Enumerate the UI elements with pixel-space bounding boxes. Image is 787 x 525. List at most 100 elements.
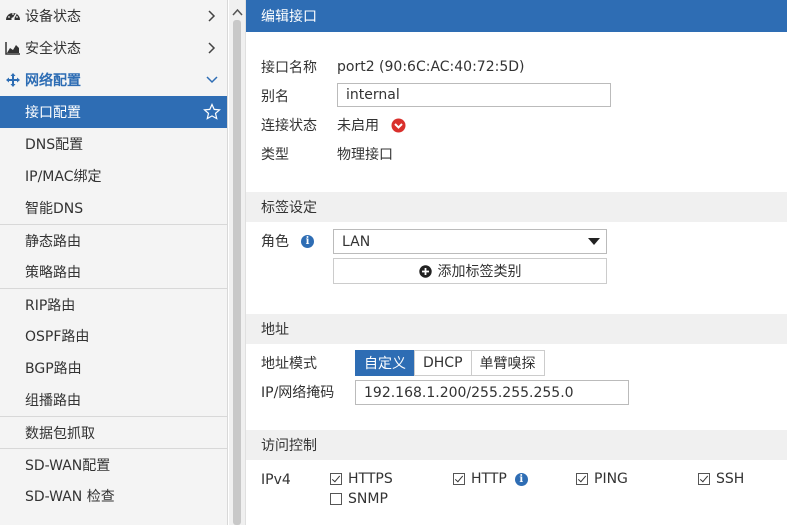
checkbox-label: SNMP	[348, 491, 388, 507]
sidebar-item-rip-route[interactable]: RIP路由	[0, 288, 227, 320]
sidebar-item-sdwan-config[interactable]: SD-WAN配置	[0, 448, 227, 480]
checkbox-box[interactable]	[330, 493, 342, 505]
scrollbar-thumb[interactable]	[233, 20, 241, 525]
section-access-control: 访问控制	[246, 430, 787, 460]
alias-label: 别名	[261, 89, 289, 105]
sidebar-item-label: SD-WAN配置	[25, 457, 111, 474]
status-label: 连接状态	[261, 118, 317, 134]
sidebar-item-interface-config[interactable]: 接口配置	[0, 96, 227, 128]
sidebar-item-sdwan-check[interactable]: SD-WAN 检查	[0, 480, 227, 512]
add-tag-category-label: 添加标签类别	[437, 264, 522, 280]
address-mode-row: 地址模式	[261, 351, 317, 375]
mode-dhcp-button[interactable]: DHCP	[414, 350, 472, 376]
checkbox-box[interactable]	[453, 473, 465, 485]
sidebar-item-label: DNS配置	[25, 137, 84, 153]
sidebar-item-label: 数据包抓取	[25, 425, 95, 442]
checkbox-https[interactable]: HTTPS	[330, 469, 393, 489]
info-icon[interactable]: i	[514, 472, 528, 486]
sidebar-item-dns-config[interactable]: DNS配置	[0, 128, 227, 160]
alias-input[interactable]: internal	[337, 83, 611, 107]
role-label: 角色	[261, 234, 289, 250]
type-value: 物理接口	[337, 147, 393, 163]
ipv4-label: IPv4	[261, 472, 291, 488]
page-title-text: 编辑接口	[261, 9, 317, 25]
checkbox-label: SSH	[716, 471, 745, 487]
sidebar-item-label: 策略路由	[25, 265, 81, 281]
edit-interface-panel: 编辑接口 接口名称 port2 (90:6C:AC:40:72:5D) 别名 i…	[246, 0, 787, 525]
checkbox-ping[interactable]: PING	[576, 469, 628, 489]
sidebar-item-ip-mac-binding[interactable]: IP/MAC绑定	[0, 160, 227, 192]
sidebar-item-policy-route[interactable]: 策略路由	[0, 256, 227, 288]
ip-mask-value: 192.168.1.200/255.255.255.0	[364, 384, 574, 401]
move-icon	[4, 71, 22, 89]
sidebar-item-smart-dns[interactable]: 智能DNS	[0, 192, 227, 224]
info-icon[interactable]: i	[301, 234, 314, 248]
sidebar-item-label: IP/MAC绑定	[25, 169, 102, 185]
section-tags: 标签设定	[246, 192, 787, 222]
role-select[interactable]: LAN	[333, 229, 607, 254]
sidebar-item-label: 静态路由	[25, 233, 81, 250]
address-mode-label: 地址模式	[261, 356, 317, 372]
address-mode-toggle: 自定义 DHCP 单臂嗅探	[355, 350, 545, 376]
section-address: 地址	[246, 314, 787, 344]
scroll-up-icon[interactable]	[232, 4, 243, 16]
sidebar: 设备状态 安全状态 网络配置 接口配置 DNS配置 IP/MAC绑定 智能DNS…	[0, 0, 228, 525]
status-down-icon	[391, 118, 406, 133]
section-address-title: 地址	[261, 322, 289, 338]
checkbox-label: HTTP	[471, 471, 507, 487]
ip-mask-label: IP/网络掩码	[261, 385, 335, 401]
section-tags-title: 标签设定	[261, 200, 317, 216]
ip-mask-input[interactable]: 192.168.1.200/255.255.255.0	[355, 380, 629, 405]
add-tag-category-button[interactable]: 添加标签类别	[333, 258, 607, 284]
checkbox-label: PING	[594, 471, 628, 487]
chevron-right-icon	[205, 40, 219, 56]
checkbox-box[interactable]	[698, 473, 710, 485]
checkbox-label: HTTPS	[348, 471, 393, 487]
sidebar-item-packet-capture[interactable]: 数据包抓取	[0, 416, 227, 448]
sidebar-cat-security-status[interactable]: 安全状态	[0, 32, 227, 64]
mode-custom-button[interactable]: 自定义	[355, 350, 415, 376]
sidebar-cat-network-config[interactable]: 网络配置	[0, 64, 227, 96]
interface-name-value: port2 (90:6C:AC:40:72:5D)	[337, 59, 525, 75]
chevron-down-icon	[205, 72, 219, 88]
checkbox-snmp[interactable]: SNMP	[330, 489, 388, 509]
sidebar-item-label: 组播路由	[25, 393, 81, 409]
sidebar-scrollbar[interactable]	[229, 0, 246, 525]
sidebar-item-bgp-route[interactable]: BGP路由	[0, 352, 227, 384]
sidebar-item-label: 智能DNS	[25, 201, 84, 217]
sidebar-cat-label: 安全状态	[25, 41, 81, 57]
sidebar-item-static-route[interactable]: 静态路由	[0, 224, 227, 256]
status-row: 连接状态 未启用	[261, 113, 406, 137]
sidebar-cat-label: 网络配置	[25, 73, 81, 89]
interface-name-label: 接口名称	[261, 60, 317, 76]
checkbox-http[interactable]: HTTP i	[453, 469, 528, 489]
type-row: 类型 物理接口	[261, 142, 393, 166]
role-select-value: LAN	[342, 233, 371, 250]
checkbox-box[interactable]	[330, 473, 342, 485]
status-value: 未启用	[337, 118, 379, 134]
alias-row: 别名	[261, 84, 337, 108]
sidebar-cat-device-status[interactable]: 设备状态	[0, 0, 227, 32]
sidebar-item-label: RIP路由	[25, 297, 76, 314]
chart-icon	[4, 39, 22, 57]
role-row: 角色 i	[261, 229, 314, 253]
mode-sniffer-button[interactable]: 单臂嗅探	[470, 350, 545, 376]
interface-name-row: 接口名称 port2 (90:6C:AC:40:72:5D)	[261, 55, 524, 79]
section-access-title: 访问控制	[261, 438, 317, 454]
dropdown-arrow-icon	[588, 238, 600, 245]
sidebar-cat-label: 设备状态	[25, 9, 81, 25]
chevron-right-icon	[205, 8, 219, 24]
alias-input-value: internal	[346, 87, 400, 103]
sidebar-item-label: SD-WAN 检查	[25, 489, 115, 505]
sidebar-item-label: BGP路由	[25, 361, 82, 377]
star-icon[interactable]	[203, 103, 221, 121]
sidebar-item-multicast-route[interactable]: 组播路由	[0, 384, 227, 416]
sidebar-item-ospf-route[interactable]: OSPF路由	[0, 320, 227, 352]
sidebar-item-label: 接口配置	[25, 105, 81, 121]
checkbox-ssh[interactable]: SSH	[698, 469, 744, 489]
page-title: 编辑接口	[246, 0, 787, 32]
ip-mask-row: IP/网络掩码	[261, 380, 334, 404]
checkbox-box[interactable]	[576, 473, 588, 485]
sidebar-item-label: OSPF路由	[25, 329, 90, 345]
type-label: 类型	[261, 147, 289, 163]
